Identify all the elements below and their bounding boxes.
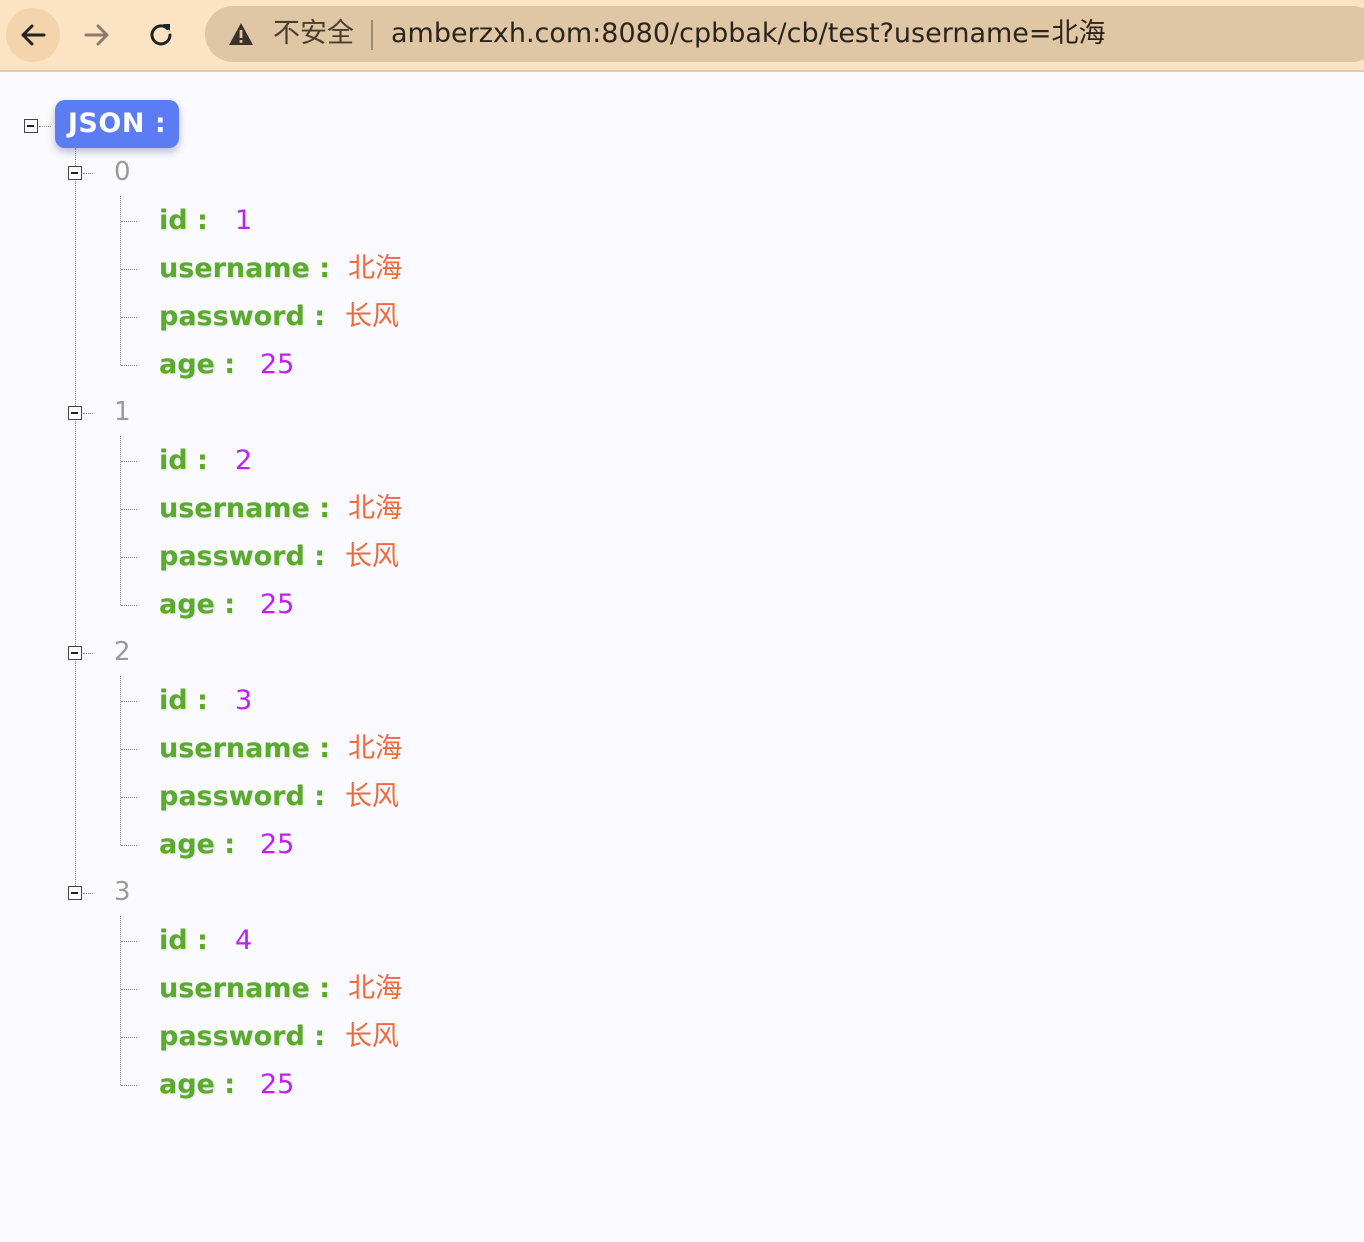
json-value-password: 长风 [345, 301, 399, 332]
json-value-id: 3 [235, 685, 253, 716]
tree-connector [83, 893, 93, 894]
tree-connector [121, 461, 137, 462]
json-value-password: 长风 [345, 1021, 399, 1052]
array-index[interactable]: 0 [114, 156, 131, 188]
json-value-id: 1 [235, 205, 253, 236]
tree-connector [121, 845, 137, 846]
tree-connector [121, 749, 137, 750]
tree-connector [121, 797, 137, 798]
json-value-username: 北海 [348, 733, 402, 764]
json-value-age: 25 [260, 1069, 295, 1100]
json-value-username: 北海 [348, 493, 402, 524]
json-key-password: password : [159, 541, 326, 572]
json-key-id: id : [159, 925, 208, 956]
tree-connector [121, 1085, 137, 1086]
tree-connector [121, 557, 137, 558]
json-key-id: id : [159, 205, 208, 236]
array-index[interactable]: 1 [114, 396, 131, 428]
json-key-username: username : [159, 493, 331, 524]
tree-connector [121, 701, 137, 702]
json-key-age: age : [159, 829, 236, 860]
json-value-age: 25 [260, 349, 295, 380]
json-key-id: id : [159, 685, 208, 716]
json-value-username: 北海 [348, 973, 402, 1004]
json-key-id: id : [159, 445, 208, 476]
tree-connector [121, 1037, 137, 1038]
collapse-icon[interactable] [68, 886, 82, 900]
tree-connector [121, 365, 137, 366]
tree-connector [75, 148, 76, 894]
collapse-icon[interactable] [24, 119, 38, 133]
collapse-icon[interactable] [68, 406, 82, 420]
json-key-password: password : [159, 781, 326, 812]
tree-connector [83, 173, 93, 174]
json-tree: JSON : 0 id : 1 username : 北海 password : 长风 age… [0, 0, 1364, 1242]
collapse-icon[interactable] [68, 646, 82, 660]
json-value-id: 2 [235, 445, 253, 476]
json-key-password: password : [159, 301, 326, 332]
tree-connector [39, 126, 51, 127]
json-root-label[interactable]: JSON : [55, 100, 179, 148]
array-index[interactable]: 3 [114, 876, 131, 908]
tree-connector [121, 509, 137, 510]
tree-connector [83, 653, 93, 654]
json-value-password: 长风 [345, 541, 399, 572]
json-key-username: username : [159, 253, 331, 284]
tree-connector [121, 941, 137, 942]
json-value-password: 长风 [345, 781, 399, 812]
tree-connector [121, 269, 137, 270]
json-value-id: 4 [235, 925, 253, 956]
tree-connector [121, 317, 137, 318]
json-key-age: age : [159, 589, 236, 620]
json-value-username: 北海 [348, 253, 402, 284]
tree-connector [121, 221, 137, 222]
collapse-icon[interactable] [68, 166, 82, 180]
tree-connector [121, 989, 137, 990]
json-key-username: username : [159, 973, 331, 1004]
json-key-age: age : [159, 349, 236, 380]
json-value-age: 25 [260, 589, 295, 620]
tree-connector [83, 413, 93, 414]
tree-connector [121, 605, 137, 606]
array-index[interactable]: 2 [114, 636, 131, 668]
json-key-age: age : [159, 1069, 236, 1100]
json-value-age: 25 [260, 829, 295, 860]
json-key-username: username : [159, 733, 331, 764]
json-key-password: password : [159, 1021, 326, 1052]
